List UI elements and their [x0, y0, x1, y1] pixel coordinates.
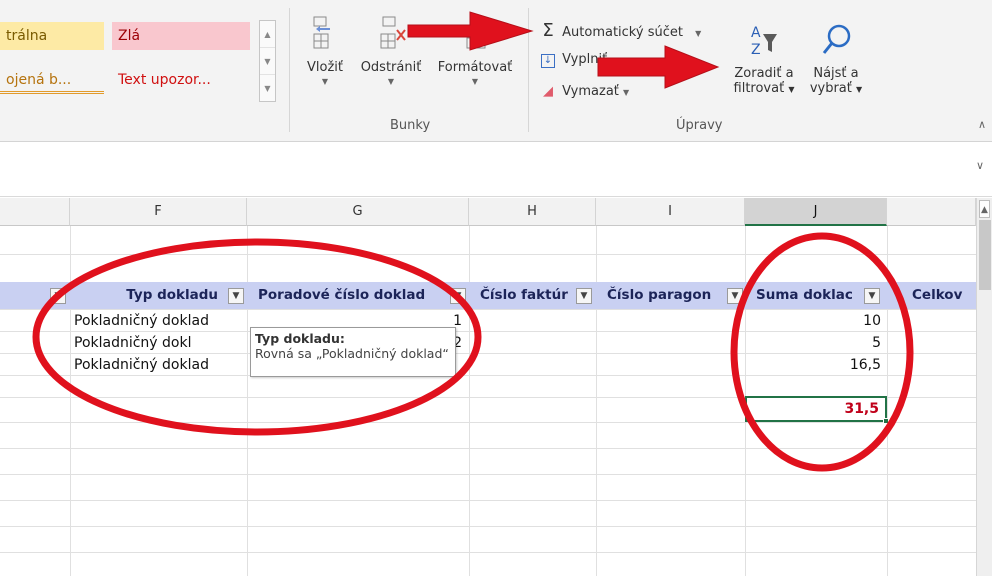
gallery-more-icon[interactable]: ▼ — [260, 75, 275, 102]
scroll-thumb[interactable] — [978, 220, 991, 290]
header-receipt[interactable]: Číslo paragon — [603, 282, 725, 309]
sigma-icon: Σ — [542, 20, 554, 41]
autosum-label: Automatický súčet — [562, 25, 683, 40]
find-select-button[interactable]: Nájsť a vybrať ▼ — [804, 22, 868, 96]
format-label: Formátovať — [437, 60, 513, 75]
autosum-caret-icon[interactable]: ▼ — [695, 29, 701, 38]
collapse-ribbon-icon[interactable]: ∧ — [978, 118, 986, 131]
column-header-i[interactable]: I — [596, 198, 745, 226]
header-sum[interactable]: Suma doklac — [752, 282, 862, 309]
filter-tooltip: Typ dokladu: Rovná sa „Pokladničný dokla… — [250, 327, 456, 377]
fill-down-icon: ↓ — [538, 52, 558, 68]
grid-line — [887, 226, 888, 576]
cell-type-row3[interactable]: Pokladničný doklad — [74, 354, 246, 376]
cell-type-row1[interactable]: Pokladničný doklad — [74, 310, 246, 332]
cell-sum-row2[interactable]: 5 — [745, 332, 887, 354]
grid-line — [0, 448, 976, 449]
editing-group-label: Úpravy — [676, 118, 723, 133]
grid-line — [0, 254, 976, 255]
delete-label: Odstrániť — [360, 60, 422, 75]
find-select-label: Nájsť a — [813, 66, 859, 81]
svg-text:Z: Z — [751, 42, 761, 58]
grid-line — [469, 226, 470, 576]
eraser-icon: ◢ — [543, 84, 553, 99]
tooltip-text: Rovná sa „Pokladničný doklad“ — [255, 346, 449, 361]
grid-line — [247, 226, 248, 576]
cell-sum-row1[interactable]: 10 — [745, 310, 887, 332]
fill-button[interactable]: ↓ Vyplniť ▼ — [538, 52, 618, 68]
clear-button[interactable]: ◢ Vymazať ▼ — [538, 84, 629, 99]
format-button[interactable]: Formátovať ▼ — [430, 14, 520, 86]
sort-filter-label: Zoradiť a — [734, 66, 794, 81]
sort-filter-caret-icon[interactable]: ▼ — [788, 85, 794, 94]
clear-label: Vymazať — [562, 84, 619, 99]
cell-style-bad[interactable]: Zlá — [112, 22, 250, 50]
column-header-f[interactable]: F — [70, 198, 247, 226]
header-type[interactable]: Typ dokladu — [100, 282, 224, 309]
expand-formula-bar-icon[interactable]: ∨ — [976, 159, 984, 172]
cell-sum-row3[interactable]: 16,5 — [745, 354, 887, 376]
cells-group-label: Bunky — [390, 118, 431, 133]
header-order[interactable]: Poradové číslo doklad — [254, 282, 450, 309]
cell-type-row2[interactable]: Pokladničný dokl — [74, 332, 246, 354]
insert-cells-icon — [313, 16, 330, 49]
cell-style-linked-cell[interactable]: ojená b... — [0, 66, 104, 94]
column-header-e[interactable] — [0, 198, 70, 226]
delete-caret-icon[interactable]: ▼ — [356, 77, 426, 86]
gallery-up-icon[interactable]: ▲ — [260, 21, 275, 48]
magnifier-icon — [822, 24, 851, 54]
clear-caret-icon[interactable]: ▼ — [623, 88, 629, 97]
group-separator — [528, 8, 529, 132]
header-total[interactable]: Celkov — [908, 282, 976, 309]
styles-gallery-scroll[interactable]: ▲ ▼ ▼ — [259, 20, 276, 102]
grid-line — [0, 526, 976, 527]
sort-filter-button[interactable]: A Z Zoradiť a filtrovať ▼ — [728, 22, 800, 96]
header-invoice[interactable]: Číslo faktúr — [476, 282, 574, 309]
find-select-label-2: vybrať — [809, 81, 852, 96]
cell-style-warning-text[interactable]: Text upozor... — [112, 66, 250, 94]
column-header-g[interactable]: G — [247, 198, 469, 226]
spreadsheet-grid[interactable]: F G H I J ▼ Typ dokladu ▼ Poradové číslo… — [0, 198, 976, 576]
fill-caret-icon[interactable]: ▼ — [611, 56, 617, 65]
tooltip-title: Typ dokladu: — [255, 331, 345, 346]
format-caret-icon[interactable]: ▼ — [430, 77, 520, 86]
total-value: 31,5 — [844, 401, 879, 417]
grid-line — [0, 552, 976, 553]
group-separator — [289, 8, 290, 132]
filter-dropdown-icon[interactable]: ▼ — [576, 288, 592, 304]
svg-text:A: A — [751, 25, 761, 41]
column-header-j[interactable]: J — [745, 198, 887, 226]
filter-funnel-icon[interactable]: ▼ — [228, 288, 244, 304]
delete-button[interactable]: Odstrániť ▼ — [356, 14, 426, 86]
insert-label: Vložiť — [307, 60, 343, 75]
sort-filter-label-2: filtrovať — [733, 81, 785, 96]
grid-line — [596, 226, 597, 576]
formula-bar-area: ∨ — [0, 143, 992, 197]
cell-sum-total[interactable]: 31,5 — [745, 396, 889, 424]
ribbon: trálna Zlá ojená b... Text upozor... ▲ ▼… — [0, 0, 992, 142]
grid-line — [0, 474, 976, 475]
gallery-down-icon[interactable]: ▼ — [260, 48, 275, 75]
autosum-button[interactable]: Σ Automatický súčet ▼ — [538, 20, 701, 41]
vertical-scrollbar[interactable]: ▲ — [976, 198, 992, 576]
format-cells-icon — [466, 27, 486, 49]
column-header-h[interactable]: H — [469, 198, 596, 226]
scroll-up-icon[interactable]: ▲ — [979, 200, 990, 218]
find-select-caret-icon[interactable]: ▼ — [856, 85, 862, 94]
grid-line — [70, 226, 71, 576]
fill-label: Vyplniť — [562, 52, 608, 67]
fill-handle[interactable] — [883, 418, 889, 424]
filter-dropdown-icon[interactable]: ▼ — [450, 288, 466, 304]
column-header-k[interactable] — [887, 198, 976, 226]
insert-button[interactable]: Vložiť ▼ — [298, 14, 352, 86]
grid-line — [0, 422, 976, 423]
cell-style-neutral[interactable]: trálna — [0, 22, 104, 50]
filter-dropdown-icon[interactable]: ▼ — [864, 288, 880, 304]
delete-cells-icon — [380, 16, 406, 49]
filter-dropdown-icon[interactable]: ▼ — [727, 288, 743, 304]
grid-line — [0, 500, 976, 501]
filter-dropdown-icon[interactable]: ▼ — [50, 288, 66, 304]
insert-caret-icon[interactable]: ▼ — [298, 77, 352, 86]
sort-filter-icon: A Z — [751, 25, 777, 58]
